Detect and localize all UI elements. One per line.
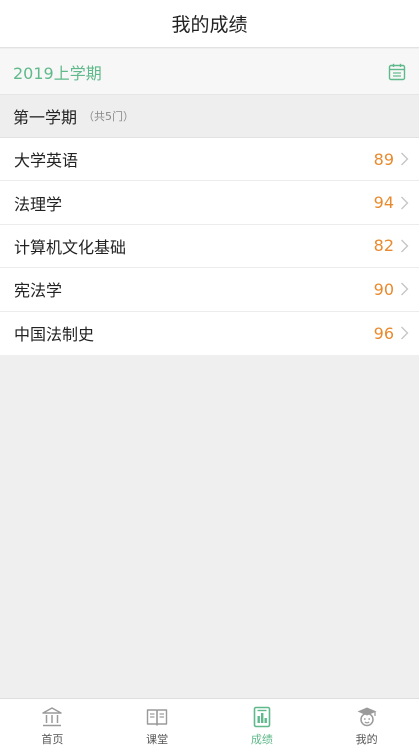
chevron-right-icon <box>401 239 409 253</box>
semester-label: 2019上学期 <box>13 63 102 83</box>
top-bar: 我的成绩 <box>0 0 419 48</box>
chevron-right-icon <box>401 326 409 340</box>
course-score: 89 <box>373 149 394 169</box>
course-row[interactable]: 中国法制史 96 <box>0 312 419 355</box>
student-icon <box>357 707 377 727</box>
bottom-tab-bar: 首页 课堂 成绩 我的 <box>0 698 419 751</box>
semester-selector[interactable]: 2019上学期 <box>0 49 419 95</box>
course-score: 94 <box>373 193 394 213</box>
term-title: 第一学期 <box>13 108 78 127</box>
tab-label: 课堂 <box>146 733 169 746</box>
chevron-right-icon <box>401 196 409 210</box>
tab-classroom[interactable]: 课堂 <box>105 699 210 751</box>
chevron-right-icon <box>401 282 409 296</box>
course-score: 82 <box>373 236 394 256</box>
tab-grades[interactable]: 成绩 <box>210 699 315 751</box>
tab-label: 我的 <box>355 733 378 746</box>
tab-home[interactable]: 首页 <box>0 699 105 751</box>
course-row[interactable]: 法理学 94 <box>0 181 419 225</box>
course-row[interactable]: 计算机文化基础 82 <box>0 225 419 269</box>
course-row[interactable]: 宪法学 90 <box>0 268 419 312</box>
term-section-header: 第一学期 （共5门） <box>0 95 419 138</box>
tab-label: 成绩 <box>250 733 273 746</box>
course-count: （共5门） <box>83 110 135 123</box>
book-icon <box>146 709 168 726</box>
course-row[interactable]: 大学英语 89 <box>0 138 419 182</box>
course-name: 法理学 <box>14 194 63 214</box>
page-title: 我的成绩 <box>171 14 248 36</box>
course-name: 中国法制史 <box>14 325 95 345</box>
calendar-icon[interactable] <box>387 62 407 82</box>
course-name: 宪法学 <box>14 281 63 301</box>
course-name: 大学英语 <box>14 151 79 171</box>
course-name: 计算机文化基础 <box>14 237 127 257</box>
tab-label: 首页 <box>41 733 64 746</box>
tab-mine[interactable]: 我的 <box>314 699 419 751</box>
home-icon <box>42 707 63 727</box>
course-list: 大学英语 89 法理学 94 计算机文化基础 82 宪法学 90 中国法制史 9… <box>0 138 419 355</box>
report-icon <box>253 706 271 728</box>
chevron-right-icon <box>401 152 409 166</box>
course-score: 96 <box>373 323 394 343</box>
course-score: 90 <box>373 279 394 299</box>
